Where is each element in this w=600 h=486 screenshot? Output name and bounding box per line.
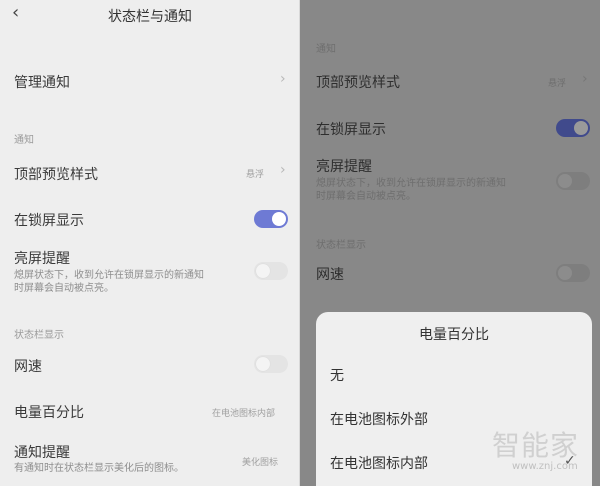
row-value: 美化图标	[242, 458, 279, 468]
lock-screen-toggle[interactable]	[254, 210, 288, 228]
row-description: 熄屏状态下，收到允许在锁屏显示的新通知	[316, 178, 506, 189]
row-description: 时屏幕会自动被点亮。	[14, 283, 114, 294]
row-label: 顶部预览样式	[316, 75, 400, 91]
watermark-url: www.znj.com	[512, 461, 578, 472]
wake-screen-toggle[interactable]	[254, 262, 288, 280]
wake-screen-toggle	[556, 172, 590, 190]
row-label: 网速	[14, 359, 42, 375]
row-label: 顶部预览样式	[14, 167, 98, 183]
section-header-notification: 通知	[316, 44, 336, 55]
row-label: 电量百分比	[14, 405, 84, 421]
page-title: 状态栏与通知	[108, 9, 192, 25]
row-description: 熄屏状态下，收到允许在锁屏显示的新通知	[14, 270, 204, 281]
watermark-logo: 智能家	[492, 429, 580, 462]
section-header-notification: 通知	[14, 135, 34, 146]
sheet-title: 电量百分比	[419, 327, 489, 343]
sheet-option-inside[interactable]: 在电池图标内部	[330, 453, 428, 473]
back-icon[interactable]: ‹	[12, 2, 19, 23]
row-label: 在锁屏显示	[316, 122, 386, 138]
chevron-right-icon: ›	[280, 162, 286, 178]
section-header-statusbar: 状态栏显示	[316, 240, 366, 251]
row-label: 网速	[316, 267, 344, 283]
row-description: 有通知时在状态栏显示美化后的图标。	[14, 463, 184, 474]
row-label: 在锁屏显示	[14, 213, 84, 229]
screenshot: ‹ 状态栏与通知 管理通知 › 通知 顶部预览样式 悬浮 › 在锁屏显示 亮屏提…	[0, 0, 600, 486]
sheet-option-none[interactable]: 无	[330, 365, 344, 385]
network-speed-toggle[interactable]	[254, 355, 288, 373]
row-label: 亮屏提醒	[316, 159, 372, 175]
section-header-statusbar: 状态栏显示	[14, 330, 64, 341]
row-label: 亮屏提醒	[14, 251, 70, 267]
sheet-option-outside[interactable]: 在电池图标外部	[330, 409, 428, 429]
row-value: 悬浮	[548, 79, 567, 89]
row-description: 时屏幕会自动被点亮。	[316, 191, 416, 202]
lock-screen-toggle	[556, 119, 590, 137]
network-speed-toggle	[556, 264, 590, 282]
row-label: 管理通知	[14, 75, 70, 91]
row-value: 悬浮	[246, 170, 265, 180]
chevron-right-icon: ›	[280, 71, 286, 87]
settings-panel-left: ‹ 状态栏与通知 管理通知 › 通知 顶部预览样式 悬浮 › 在锁屏显示 亮屏提…	[0, 0, 300, 486]
row-value: 在电池图标内部	[212, 409, 276, 419]
chevron-right-icon: ›	[582, 71, 588, 87]
row-label: 通知提醒	[14, 445, 70, 461]
